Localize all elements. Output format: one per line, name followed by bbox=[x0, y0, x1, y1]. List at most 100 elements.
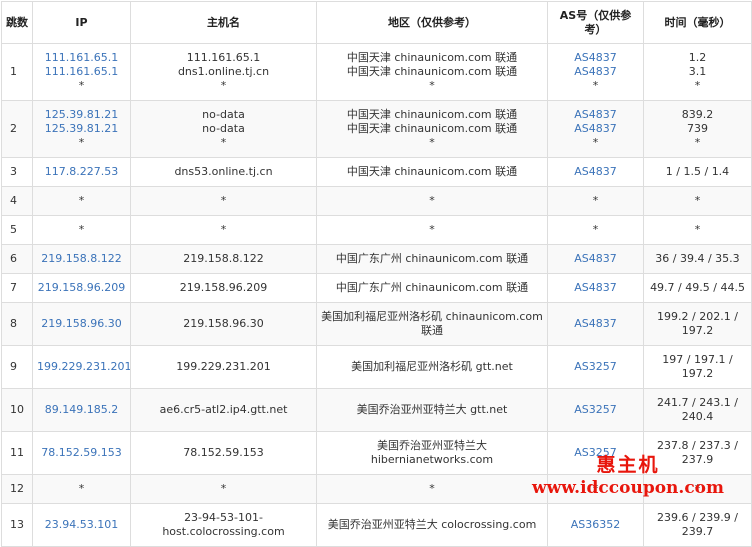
region-text: 联通 bbox=[421, 324, 443, 337]
time-cell: 199.2 / 202.1 /197.2 bbox=[643, 302, 752, 346]
ip-link[interactable]: 219.158.8.122 bbox=[37, 252, 126, 266]
as-link[interactable]: AS3257 bbox=[552, 360, 639, 374]
host-text: * bbox=[220, 194, 227, 207]
ip-link[interactable]: 78.152.59.153 bbox=[37, 446, 126, 460]
host-text: no-data bbox=[202, 108, 245, 121]
time-text: 199.2 / 202.1 / bbox=[657, 310, 738, 323]
table-row: 11 78.152.59.153 78.152.59.153 美国乔治亚州亚特兰大 hi… bbox=[1, 431, 752, 475]
region-cell: 中国广东广州 chinaunicom.com 联通 bbox=[316, 273, 548, 303]
hop-cell: 13 bbox=[1, 503, 33, 547]
ip-link[interactable]: 111.161.65.1 bbox=[37, 51, 126, 65]
time-cell: 239.6 / 239.9 /239.7 bbox=[643, 503, 752, 547]
header-time: 时间（毫秒） bbox=[643, 1, 752, 44]
region-text: * bbox=[429, 223, 435, 236]
as-cell: AS3257 bbox=[547, 431, 644, 475]
hop-cell: 2 bbox=[1, 100, 33, 158]
ip-link[interactable]: 219.158.96.209 bbox=[37, 281, 126, 295]
as-link[interactable]: AS4837 bbox=[552, 281, 639, 295]
region-cell: 美国加利福尼亚州洛杉矶 gtt.net bbox=[316, 345, 548, 389]
ip-link[interactable]: 125.39.81.21 bbox=[37, 108, 126, 122]
time-cell: 197 / 197.1 /197.2 bbox=[643, 345, 752, 389]
time-text: 3.1 bbox=[688, 65, 707, 78]
as-cell: AS4837 bbox=[547, 244, 644, 274]
host-cell: 199.229.231.201 bbox=[130, 345, 317, 389]
region-text: 中国天津 chinaunicom.com 联通 bbox=[346, 122, 518, 135]
hop-cell: 8 bbox=[1, 302, 33, 346]
as-link[interactable]: AS4837 bbox=[552, 51, 639, 65]
ip-cell: 78.152.59.153 bbox=[32, 431, 131, 475]
region-text: 美国乔治亚州亚特兰大 colocrossing.com bbox=[327, 518, 537, 531]
header-host: 主机名 bbox=[130, 1, 317, 44]
as-link[interactable]: AS4837 bbox=[552, 317, 639, 331]
region-text: * bbox=[429, 136, 435, 149]
as-link[interactable]: AS4837 bbox=[552, 108, 639, 122]
time-text: 237.8 / 237.3 / bbox=[657, 439, 738, 452]
as-link[interactable]: AS36352 bbox=[552, 518, 639, 532]
time-cell: * bbox=[643, 186, 752, 216]
ip-text: * bbox=[78, 482, 85, 495]
as-link[interactable]: AS4837 bbox=[552, 65, 639, 79]
ip-link[interactable]: 89.149.185.2 bbox=[37, 403, 126, 417]
time-text: 237.9 bbox=[681, 453, 714, 466]
host-cell: ae6.cr5-atl2.ip4.gtt.net bbox=[130, 388, 317, 432]
hop-cell: 5 bbox=[1, 215, 33, 245]
ip-link[interactable]: 219.158.96.30 bbox=[37, 317, 126, 331]
region-cell: 中国天津 chinaunicom.com 联通 bbox=[316, 157, 548, 187]
host-text: 199.229.231.201 bbox=[176, 360, 271, 373]
header-region: 地区（仅供参考） bbox=[316, 1, 548, 44]
as-link[interactable]: AS4837 bbox=[552, 122, 639, 136]
host-cell: no-data no-data * bbox=[130, 100, 317, 158]
time-text: 49.7 / 49.5 / 44.5 bbox=[650, 281, 745, 294]
time-text: * bbox=[694, 223, 701, 236]
host-cell: * bbox=[130, 186, 317, 216]
time-cell: * bbox=[643, 474, 752, 504]
time-text: 197.2 bbox=[681, 367, 714, 380]
ip-link[interactable]: 23.94.53.101 bbox=[37, 518, 126, 532]
time-cell: 1 / 1.5 / 1.4 bbox=[643, 157, 752, 187]
ip-cell: 219.158.96.30 bbox=[32, 302, 131, 346]
ip-link[interactable]: 111.161.65.1 bbox=[37, 65, 126, 79]
host-text: * bbox=[220, 223, 227, 236]
ip-cell: 219.158.96.209 bbox=[32, 273, 131, 303]
ip-link[interactable]: 125.39.81.21 bbox=[37, 122, 126, 136]
as-cell: AS4837 bbox=[547, 302, 644, 346]
time-cell: 237.8 / 237.3 /237.9 bbox=[643, 431, 752, 475]
host-text: ae6.cr5-atl2.ip4.gtt.net bbox=[159, 403, 288, 416]
time-text: 739 bbox=[687, 122, 708, 135]
as-link[interactable]: AS4837 bbox=[552, 165, 639, 179]
ip-cell: 219.158.8.122 bbox=[32, 244, 131, 274]
host-cell: 111.161.65.1 dns1.online.tj.cn * bbox=[130, 43, 317, 101]
time-cell: 1.2 3.1 * bbox=[643, 43, 752, 101]
as-text: * bbox=[592, 482, 599, 495]
as-cell: AS36352 bbox=[547, 503, 644, 547]
table-row: 9 199.229.231.201 199.229.231.201 美国加利福尼亚州洛… bbox=[1, 345, 752, 389]
as-link[interactable]: AS3257 bbox=[552, 403, 639, 417]
region-text: 美国加利福尼亚州洛杉矶 gtt.net bbox=[351, 360, 513, 373]
host-cell: 23-94-53-101- host.colocrossing.com bbox=[130, 503, 317, 547]
region-text: 美国乔治亚州亚特兰大 gtt.net bbox=[356, 403, 508, 416]
ip-link[interactable]: 117.8.227.53 bbox=[37, 165, 126, 179]
ip-cell: 23.94.53.101 bbox=[32, 503, 131, 547]
time-cell: 839.2 739 * bbox=[643, 100, 752, 158]
hop-cell: 7 bbox=[1, 273, 33, 303]
header-as: AS号（仅供参考） bbox=[547, 1, 644, 44]
as-cell: * bbox=[547, 215, 644, 245]
region-cell: 中国广东广州 chinaunicom.com 联通 bbox=[316, 244, 548, 274]
ip-link[interactable]: 199.229.231.201 bbox=[37, 360, 130, 374]
host-text: dns1.online.tj.cn bbox=[177, 65, 270, 78]
hop-cell: 3 bbox=[1, 157, 33, 187]
as-link[interactable]: AS3257 bbox=[552, 446, 639, 460]
host-text: dns53.online.tj.cn bbox=[174, 165, 273, 178]
host-text: 219.158.96.209 bbox=[179, 281, 268, 294]
as-link[interactable]: AS4837 bbox=[552, 252, 639, 266]
host-text: host.colocrossing.com bbox=[162, 525, 285, 538]
host-text: 23-94-53-101- bbox=[184, 511, 263, 524]
ip-text: * bbox=[78, 136, 85, 149]
region-cell: 美国乔治亚州亚特兰大 gtt.net bbox=[316, 388, 548, 432]
host-cell: 219.158.96.209 bbox=[130, 273, 317, 303]
region-text: * bbox=[429, 79, 435, 92]
region-text: hibernianetworks.com bbox=[370, 453, 494, 466]
region-text: 中国广东广州 chinaunicom.com 联通 bbox=[335, 252, 529, 265]
ip-cell: 125.39.81.21 125.39.81.21 * bbox=[32, 100, 131, 158]
ip-cell: 111.161.65.1 111.161.65.1 * bbox=[32, 43, 131, 101]
